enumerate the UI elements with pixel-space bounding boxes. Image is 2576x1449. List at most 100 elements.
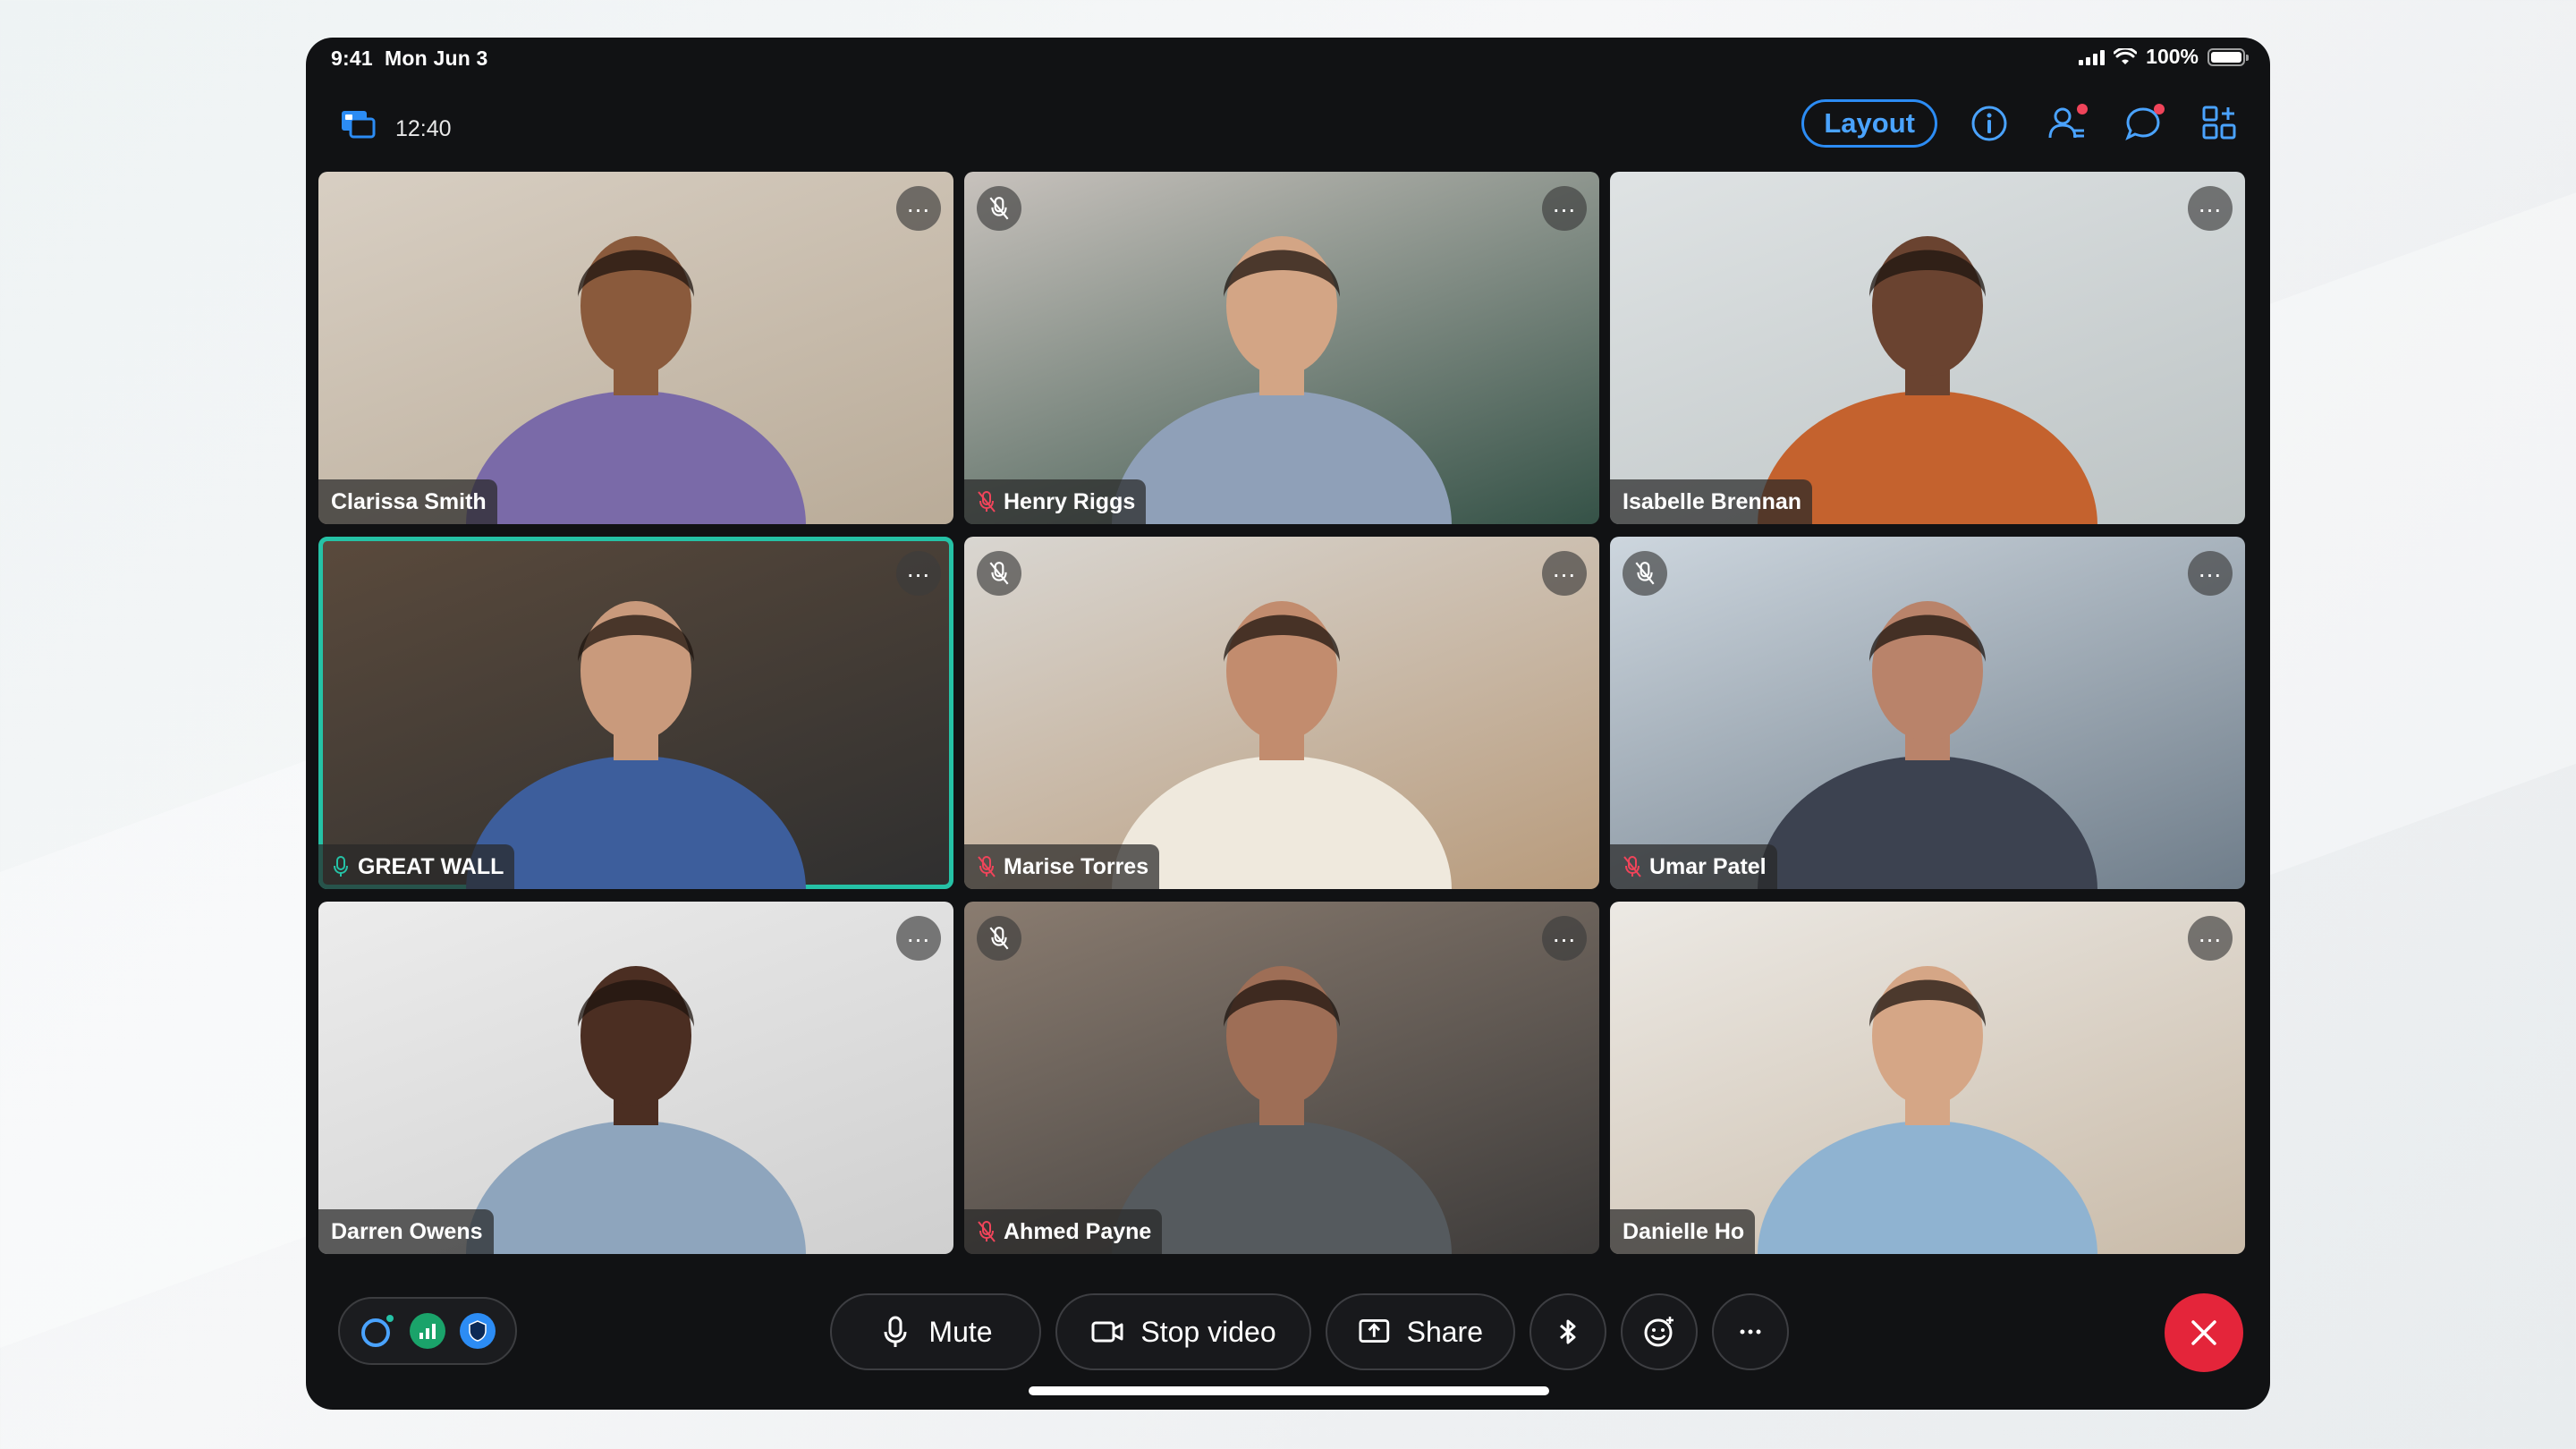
status-bar: 9:41 Mon Jun 3 100% (306, 38, 2270, 77)
apps-icon (2202, 106, 2236, 140)
apps-button[interactable] (2195, 98, 2245, 148)
notification-dot (2154, 104, 2165, 114)
network-quality-icon (410, 1313, 445, 1349)
participant-video-tile[interactable]: ... Clarissa Smith (318, 172, 953, 524)
battery-icon (2207, 47, 2249, 66)
bluetooth-button[interactable] (1530, 1293, 1606, 1370)
participant-name-tag: GREAT WALL (318, 844, 515, 889)
info-button[interactable] (1964, 98, 2014, 148)
mute-label: Mute (928, 1315, 993, 1348)
battery-percent: 100% (2146, 45, 2199, 68)
participant-video-tile[interactable]: ... Darren Owens (318, 902, 953, 1254)
ellipsis-icon: ... (2198, 555, 2223, 582)
participant-name: Henry Riggs (1004, 488, 1136, 514)
muted-microphone-icon (989, 927, 1009, 950)
participant-video-tile[interactable]: ... Danielle Ho (1610, 902, 2245, 1254)
tile-more-options-button[interactable]: ... (1542, 186, 1587, 231)
tile-more-options-button[interactable]: ... (1542, 916, 1587, 961)
ellipsis-icon: ... (906, 555, 931, 582)
video-camera-icon (1091, 1321, 1123, 1343)
muted-microphone-icon (978, 491, 996, 513)
muted-microphone-icon (989, 197, 1009, 220)
connection-indicators[interactable] (338, 1297, 517, 1365)
share-button[interactable]: Share (1326, 1293, 1515, 1370)
share-screen-icon (1359, 1319, 1390, 1343)
participant-video (318, 172, 953, 524)
participant-video (964, 902, 1599, 1254)
reactions-button[interactable] (1621, 1293, 1698, 1370)
muted-indicator (977, 551, 1021, 596)
participant-name: Danielle Ho (1623, 1218, 1745, 1244)
participant-name: GREAT WALL (358, 853, 504, 879)
muted-indicator (977, 916, 1021, 961)
ellipsis-icon: ... (906, 190, 931, 217)
tile-more-options-button[interactable]: ... (2188, 551, 2233, 596)
tile-more-options-button[interactable]: ... (2188, 186, 2233, 231)
bluetooth-icon (1560, 1319, 1576, 1344)
tile-more-options-button[interactable]: ... (1542, 551, 1587, 596)
cell-signal-icon (2079, 49, 2106, 65)
muted-microphone-icon (1635, 562, 1655, 585)
status-time: 9:41 Mon Jun 3 (331, 47, 488, 71)
participant-video (1610, 172, 2245, 524)
participant-name-tag: Umar Patel (1610, 844, 1777, 889)
wifi-icon (2114, 47, 2138, 64)
ellipsis-icon: ... (1552, 555, 1577, 582)
participant-name-tag: Darren Owens (318, 1209, 494, 1254)
participants-button[interactable] (2041, 98, 2091, 148)
clock: 9:41 (331, 47, 373, 70)
participant-video-tile[interactable]: ... Marise Torres (964, 537, 1599, 889)
microphone-icon (884, 1316, 907, 1347)
participant-video-tile[interactable]: ... Umar Patel (1610, 537, 2245, 889)
stop-video-button[interactable]: Stop video (1055, 1293, 1311, 1370)
ellipsis-icon: ... (1552, 919, 1577, 947)
muted-indicator (977, 186, 1021, 231)
tile-more-options-button[interactable]: ... (2188, 916, 2233, 961)
tile-more-options-button[interactable]: ... (896, 551, 941, 596)
layout-button[interactable]: Layout (1801, 99, 1937, 148)
end-call-button[interactable] (2165, 1293, 2243, 1372)
mute-button[interactable]: Mute (830, 1293, 1041, 1370)
participant-name: Darren Owens (331, 1218, 483, 1244)
security-shield-icon (460, 1313, 496, 1349)
participant-video-tile[interactable]: ... Ahmed Payne (964, 902, 1599, 1254)
video-grid: ... Clarissa Smith... Henry Riggs... Isabel… (318, 172, 2245, 1288)
ellipsis-icon: ... (2198, 190, 2223, 217)
participant-video (964, 172, 1599, 524)
tile-more-options-button[interactable]: ... (896, 186, 941, 231)
participant-video-tile[interactable]: ... Isabelle Brennan (1610, 172, 2245, 524)
participant-name: Clarissa Smith (331, 488, 487, 514)
muted-indicator (1623, 551, 1667, 596)
participant-video (318, 537, 953, 889)
more-options-button[interactable] (1712, 1293, 1789, 1370)
meeting-info-icon[interactable] (340, 109, 376, 140)
home-indicator[interactable] (1029, 1386, 1549, 1395)
participant-name-tag: Henry Riggs (964, 479, 1147, 524)
date: Mon Jun 3 (385, 47, 488, 70)
meeting-timer: 12:40 (395, 116, 452, 141)
participant-video-tile[interactable]: ... GREAT WALL (318, 537, 953, 889)
info-icon (1971, 106, 2007, 141)
tile-more-options-button[interactable]: ... (896, 916, 941, 961)
close-icon (2191, 1320, 2216, 1345)
participant-name: Isabelle Brennan (1623, 488, 1802, 514)
participant-name-tag: Ahmed Payne (964, 1209, 1163, 1254)
muted-microphone-icon (978, 1221, 996, 1242)
ellipsis-icon: ... (2198, 919, 2223, 947)
ellipsis-icon: ... (1552, 190, 1577, 217)
participant-name-tag: Clarissa Smith (318, 479, 497, 524)
notification-dot (2077, 104, 2088, 114)
participant-name: Ahmed Payne (1004, 1218, 1152, 1244)
stop-video-label: Stop video (1140, 1315, 1276, 1348)
chat-button[interactable] (2118, 98, 2168, 148)
sync-indicator-icon (360, 1313, 395, 1349)
participant-video-tile[interactable]: ... Henry Riggs (964, 172, 1599, 524)
participant-video (1610, 902, 2245, 1254)
share-label: Share (1406, 1315, 1483, 1348)
ellipsis-icon: ... (906, 919, 931, 947)
meeting-toolbar: 12:40 Layout (306, 89, 2270, 152)
participant-name: Marise Torres (1004, 853, 1149, 879)
participant-video (318, 902, 953, 1254)
participant-name-tag: Marise Torres (964, 844, 1160, 889)
emoji-reaction-icon (1644, 1317, 1674, 1347)
